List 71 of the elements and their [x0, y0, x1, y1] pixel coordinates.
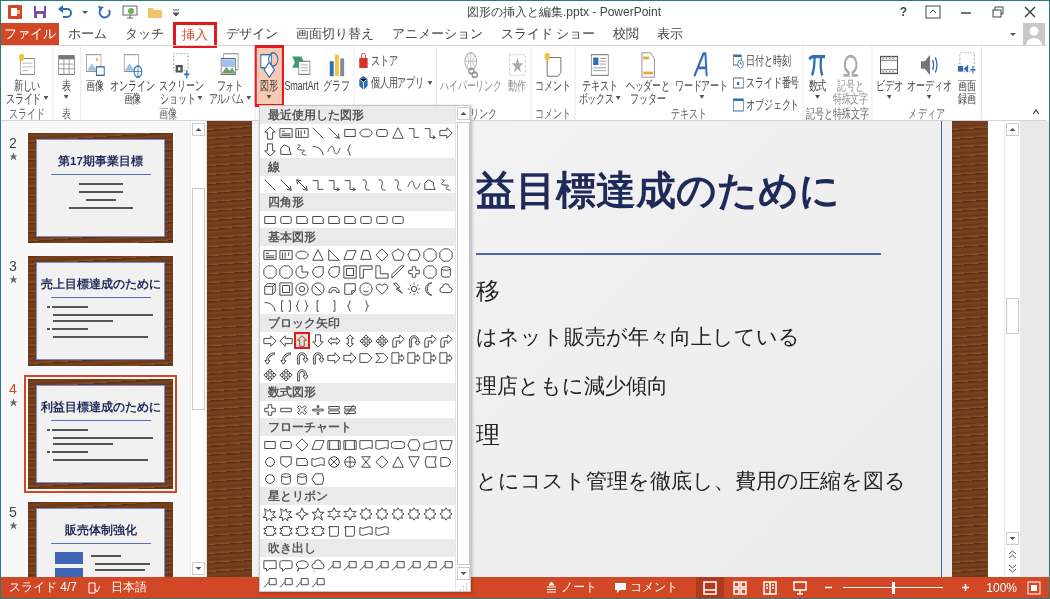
group-label: 表 — [61, 107, 71, 121]
slide-number: 4 — [9, 381, 17, 397]
help-button[interactable]: ? — [899, 5, 907, 19]
ribbon-button[interactable]: 画像 — [82, 48, 108, 104]
category-header: 基本図形 — [260, 228, 455, 246]
ribbon-tab[interactable]: 挿入 — [175, 24, 215, 46]
thumbnail-title: 利益目標達成のために — [40, 400, 161, 415]
ribbon-button[interactable]: 個人用アプリ — [355, 74, 435, 92]
category-header: 線 — [260, 158, 455, 176]
language-label[interactable]: 日本語 — [111, 579, 147, 596]
slide-bullet: はネット販売が年々向上している — [476, 324, 801, 350]
group-label: テキスト — [670, 107, 707, 121]
notes-button[interactable]: ノート — [546, 579, 598, 596]
thumbnail-title: 売上目標達成のために — [40, 277, 161, 292]
zoom-level[interactable]: 100% — [986, 580, 1017, 595]
ribbon-button[interactable]: ヘッダーと フッター — [623, 48, 673, 107]
slide-number: 2 — [9, 135, 17, 151]
group-label: 記号と特殊文字 — [805, 107, 870, 121]
ribbon-button[interactable]: 表 — [53, 48, 79, 104]
ribbon-button[interactable]: テキスト ボックス — [576, 48, 623, 107]
slide-bullet: とにコスト管理を徹底し、費用の圧縮を図る — [476, 468, 907, 494]
slide-number: 3 — [9, 258, 17, 274]
ribbon-button[interactable]: フォト アルバム — [206, 48, 254, 107]
ribbon-tab[interactable]: 校閲 — [606, 23, 647, 45]
category-header: フローチャート — [260, 418, 455, 436]
ribbon-tab[interactable]: ホーム — [61, 23, 114, 45]
slide-heading: 移 — [476, 276, 501, 306]
ribbon-button[interactable]: ワードアート — [672, 48, 731, 104]
ribbon-button[interactable]: 新しい スライド — [3, 48, 51, 107]
category-header: ブロック矢印 — [260, 314, 455, 332]
ribbon-button[interactable]: 数式 — [804, 48, 830, 104]
slide-title: 益目標達成のために — [476, 167, 841, 214]
slide-thumbnail[interactable]: 利益目標達成のために — [24, 375, 177, 493]
ribbon-button[interactable]: スライド番号 — [730, 74, 802, 92]
slide-counter: スライド 4/7 — [9, 579, 77, 596]
comments-button[interactable]: コメント — [615, 579, 679, 596]
window-title: 図形の挿入と編集.pptx - PowerPoint — [467, 3, 662, 21]
ribbon-tab[interactable]: タッチ — [118, 23, 171, 45]
category-header: 数式図形 — [260, 383, 455, 401]
ribbon-button[interactable]: SmartArt — [282, 48, 321, 104]
group-label: コメント — [535, 107, 572, 121]
ribbon-button[interactable]: オーディオ — [905, 48, 954, 104]
ribbon-button[interactable]: オブジェクト — [730, 96, 802, 114]
thumbnail-title: 販売体制強化 — [64, 523, 137, 538]
ribbon-tab[interactable]: 画面切り替え — [289, 23, 381, 45]
ribbon-button[interactable]: 日付と時刻 — [730, 52, 802, 70]
group-label: メディア — [908, 107, 945, 121]
ribbon-tab[interactable]: デザイン — [219, 23, 285, 45]
category-header: 吹き出し — [260, 539, 455, 557]
file-tab[interactable]: ファイル — [1, 23, 59, 45]
ribbon-tab[interactable]: スライド ショー — [494, 23, 603, 45]
ribbon-tab[interactable]: アニメーション — [385, 23, 490, 45]
ribbon-button[interactable]: 画面 録画 — [954, 48, 980, 107]
ribbon-button[interactable]: ストア — [355, 52, 435, 70]
ribbon-button[interactable]: ビデオ — [873, 48, 905, 104]
thumbnail-title: 第17期事業目標 — [58, 154, 143, 169]
category-header: 最近使用した図形 — [260, 106, 455, 124]
ribbon-button[interactable]: オンライン 画像 — [108, 48, 157, 107]
category-header: 星とリボン — [260, 487, 455, 505]
group-label: 画像 — [158, 107, 177, 121]
ribbon-tab[interactable]: 表示 — [650, 23, 691, 45]
category-header: 四角形 — [260, 193, 455, 211]
ribbon-button[interactable]: コメント — [533, 48, 573, 104]
slide-heading: 理 — [476, 420, 501, 450]
ribbon-button[interactable]: グラフ — [321, 48, 353, 104]
group-label: スライド — [8, 107, 46, 121]
ribbon-button[interactable]: 図形 — [256, 48, 282, 104]
slide-bullet: 理店ともに減少傾向 — [476, 373, 669, 399]
slide-number: 5 — [9, 504, 17, 520]
group-label: リンク — [470, 107, 498, 121]
ribbon-button[interactable]: スクリーン ショット — [157, 48, 206, 107]
